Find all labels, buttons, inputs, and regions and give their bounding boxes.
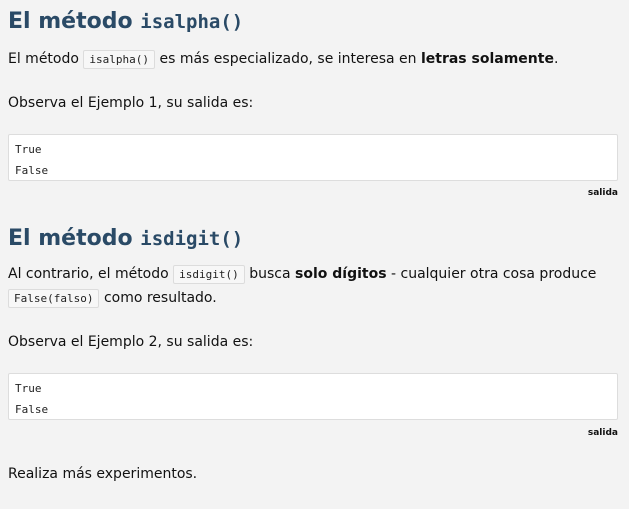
paragraph-isdigit-description-cont: False(falso) como resultado. xyxy=(8,286,618,311)
output-box-example-1: True False xyxy=(8,134,618,181)
section-heading-isalpha: El método isalpha() xyxy=(8,8,618,36)
paragraph-example-2: Observa el Ejemplo 2, su salida es: xyxy=(8,334,254,350)
output-line: False xyxy=(15,403,49,416)
output-line: True xyxy=(15,382,42,395)
paragraph-closing: Realiza más experimentos. xyxy=(8,466,198,482)
paragraph-example-1: Observa el Ejemplo 1, su salida es: xyxy=(8,95,254,111)
paragraph-isalpha-description: El método isalpha() es más especializado… xyxy=(8,47,618,72)
emphasis-letters-only: letras solamente xyxy=(420,51,554,67)
text-span: Al contrario, el método xyxy=(8,266,169,282)
text-span: . xyxy=(553,51,559,67)
inline-code-isdigit: isdigit() xyxy=(173,265,245,284)
inline-code-false: False(falso) xyxy=(8,289,100,308)
text-span: es más especializado, se interesa en xyxy=(159,51,417,67)
output-line: False xyxy=(15,164,49,177)
heading-code: isalpha() xyxy=(140,11,244,33)
heading-text: El método xyxy=(8,226,133,251)
output-caption: salida xyxy=(587,188,618,198)
output-box-example-2: True False xyxy=(8,373,618,420)
inline-code-isalpha: isalpha() xyxy=(83,50,156,69)
text-span: - cualquier otra cosa produce xyxy=(391,266,597,282)
output-line: True xyxy=(15,143,42,156)
text-span: busca xyxy=(249,266,291,282)
paragraph-isdigit-description: Al contrario, el método isdigit() busca … xyxy=(8,262,618,287)
heading-code: isdigit() xyxy=(140,228,244,250)
text-span: como resultado. xyxy=(103,290,217,306)
emphasis-digits-only: solo dígitos xyxy=(295,266,387,282)
text-span: El método xyxy=(8,51,79,67)
heading-text: El método xyxy=(8,9,133,34)
section-heading-isdigit: El método isdigit() xyxy=(8,225,618,253)
output-caption: salida xyxy=(587,428,618,438)
